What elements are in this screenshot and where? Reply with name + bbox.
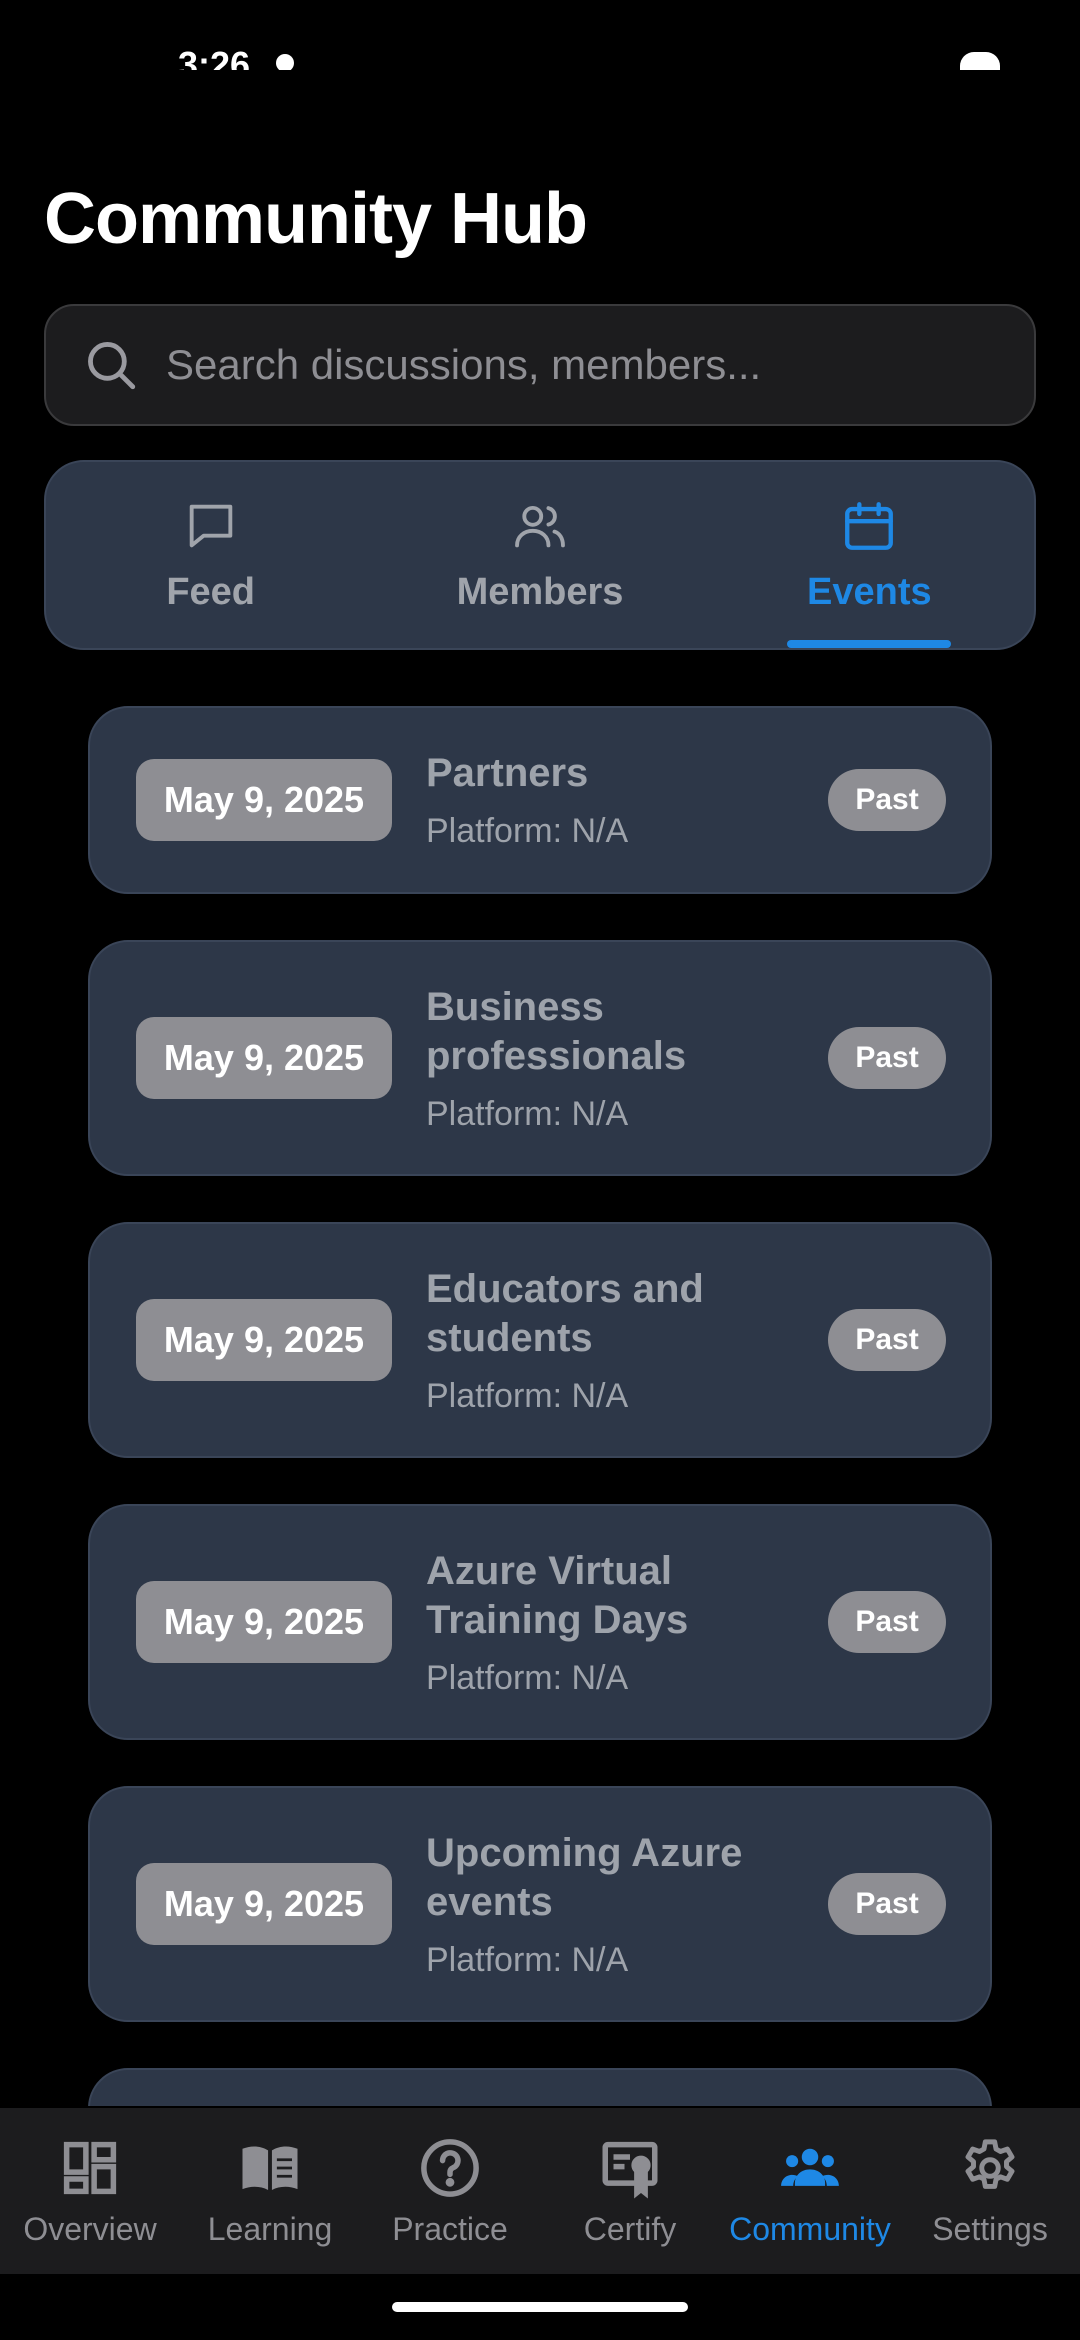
search-bar[interactable] bbox=[44, 304, 1036, 426]
nav-learning-label: Learning bbox=[207, 2210, 333, 2247]
event-platform: Platform: N/A bbox=[426, 812, 629, 850]
event-status-badge: Past bbox=[828, 769, 946, 831]
event-title: Azure Virtual Training Days bbox=[426, 1548, 689, 1642]
nav-certify[interactable]: Certify bbox=[540, 2108, 720, 2274]
nav-settings[interactable]: Settings bbox=[900, 2108, 1080, 2274]
nav-community[interactable]: Community bbox=[720, 2108, 900, 2274]
tab-members[interactable]: Members bbox=[375, 462, 704, 648]
nav-settings-label: Settings bbox=[932, 2210, 1048, 2247]
tab-feed[interactable]: Feed bbox=[46, 462, 375, 648]
search-icon bbox=[88, 342, 136, 390]
dashboard-icon bbox=[63, 2141, 117, 2194]
tab-bar: Feed Members Events bbox=[44, 460, 1036, 650]
event-platform: Platform: N/A bbox=[426, 1094, 629, 1133]
bottom-nav: Overview Learning Practice Certify Commu… bbox=[0, 2108, 1080, 2274]
nav-overview[interactable]: Overview bbox=[0, 2108, 180, 2274]
event-status-badge: Past bbox=[828, 1027, 946, 1089]
event-info: Business professionals Platform: N/A bbox=[426, 983, 828, 1134]
event-card[interactable] bbox=[88, 2068, 992, 2106]
event-platform: Platform: N/A bbox=[426, 1376, 629, 1415]
event-info: Azure Virtual Training Days Platform: N/… bbox=[426, 1547, 828, 1698]
event-date-badge: May 9, 2025 bbox=[136, 759, 392, 841]
people-icon bbox=[781, 2148, 839, 2186]
event-date-badge: May 9, 2025 bbox=[136, 1299, 392, 1381]
event-info: Partners Platform: N/A bbox=[426, 749, 828, 851]
search-input[interactable] bbox=[166, 341, 1034, 389]
status-time: 3:26 bbox=[178, 44, 251, 70]
event-date-badge: May 9, 2025 bbox=[136, 1017, 392, 1099]
event-date-badge: May 9, 2025 bbox=[136, 1863, 392, 1945]
event-card[interactable]: May 9, 2025 Partners Platform: N/A Past bbox=[88, 706, 992, 894]
tab-feed-label: Feed bbox=[166, 570, 256, 613]
event-status-badge: Past bbox=[828, 1309, 946, 1371]
event-status-badge: Past bbox=[828, 1591, 946, 1653]
nav-certify-label: Certify bbox=[583, 2210, 677, 2247]
nav-practice-label: Practice bbox=[392, 2210, 508, 2247]
event-platform: Platform: N/A bbox=[426, 1940, 629, 1979]
event-info: Upcoming Azure events Platform: N/A bbox=[426, 1829, 828, 1980]
home-indicator[interactable] bbox=[392, 2302, 688, 2312]
event-card[interactable]: May 9, 2025 Upcoming Azure events Platfo… bbox=[88, 1786, 992, 2022]
nav-practice[interactable]: Practice bbox=[360, 2108, 540, 2274]
tab-events[interactable]: Events bbox=[705, 462, 1034, 648]
calendar-icon bbox=[845, 501, 894, 550]
book-icon bbox=[242, 2145, 298, 2190]
notification-dot-icon bbox=[276, 54, 294, 70]
question-icon bbox=[421, 2138, 479, 2197]
tab-events-label: Events bbox=[807, 570, 932, 613]
battery-icon bbox=[960, 52, 1000, 70]
event-title: Business professionals bbox=[426, 984, 687, 1078]
event-status-badge: Past bbox=[828, 1873, 946, 1935]
event-card[interactable]: May 9, 2025 Educators and students Platf… bbox=[88, 1222, 992, 1458]
tab-members-label: Members bbox=[456, 570, 624, 613]
nav-learning[interactable]: Learning bbox=[180, 2108, 360, 2274]
events-list[interactable]: May 9, 2025 Partners Platform: N/A Past … bbox=[88, 706, 992, 2106]
event-title: Partners bbox=[426, 751, 589, 795]
status-bar: 3:26 bbox=[0, 0, 1080, 70]
users-icon bbox=[515, 505, 565, 547]
nav-overview-label: Overview bbox=[23, 2210, 157, 2247]
active-tab-indicator bbox=[787, 640, 952, 648]
message-icon bbox=[189, 504, 232, 547]
event-title: Educators and students bbox=[426, 1266, 704, 1360]
gear-icon bbox=[965, 2138, 1015, 2189]
event-card[interactable]: May 9, 2025 Business professionals Platf… bbox=[88, 940, 992, 1176]
nav-community-label: Community bbox=[729, 2210, 891, 2247]
event-platform: Platform: N/A bbox=[426, 1658, 629, 1697]
event-info: Educators and students Platform: N/A bbox=[426, 1265, 828, 1416]
event-date-badge: May 9, 2025 bbox=[136, 1581, 392, 1663]
event-card[interactable]: May 9, 2025 Azure Virtual Training Days … bbox=[88, 1504, 992, 1740]
event-title: Upcoming Azure events bbox=[426, 1830, 743, 1924]
certificate-icon bbox=[602, 2141, 658, 2198]
page-title: Community Hub bbox=[44, 179, 588, 259]
